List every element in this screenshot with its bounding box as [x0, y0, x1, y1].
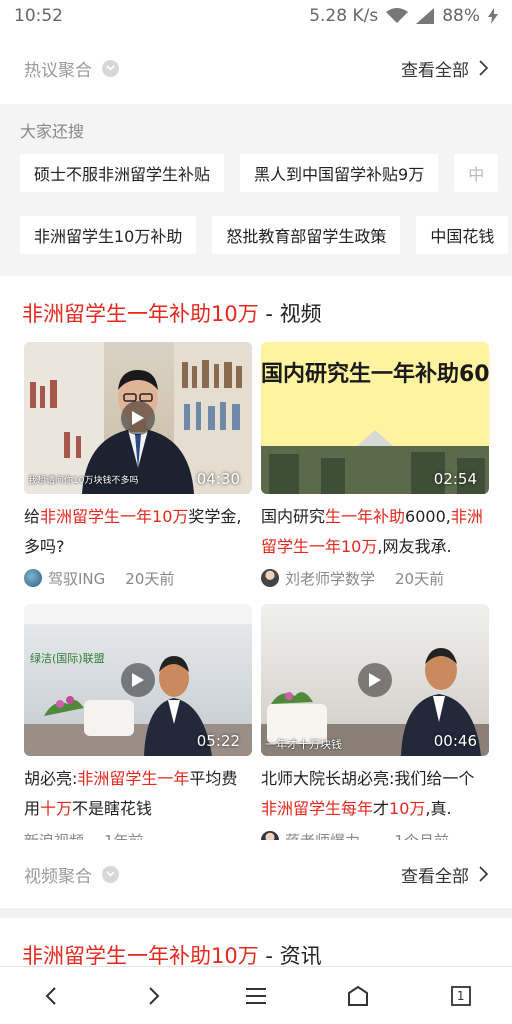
hot-discussion-row: 热议聚合 查看全部 — [0, 32, 512, 104]
caption-text: ,真. — [425, 799, 452, 818]
video-thumbnail[interactable]: 一年才十万块钱 00:46 — [261, 604, 489, 756]
video-aggregate-label: 视频聚合 — [24, 866, 92, 887]
video-subtitle-text: 我想请问你10万块钱不多吗 — [28, 476, 139, 486]
caption-highlight: 非洲留学生每年 — [261, 799, 374, 818]
network-speed: 5.28 K/s — [309, 6, 379, 26]
video-section-title-keyword: 非洲留学生一年补助10万 — [22, 302, 259, 326]
video-aggregate-row: 视频聚合 查看全部 — [0, 840, 512, 908]
chevron-left-icon — [45, 986, 56, 1005]
caption-highlight: 非洲留学生一年10万 — [40, 507, 189, 526]
charging-icon — [488, 8, 498, 24]
browser-toolbar: 1 — [0, 966, 512, 1024]
play-icon — [358, 663, 392, 697]
suggestion-chip[interactable]: 怒批教育部留学生政策 — [212, 216, 401, 254]
suggestion-chip[interactable]: 黑人到中国留学补贴9万 — [240, 154, 439, 192]
news-section: 非洲留学生一年补助10万 - 资讯 — [0, 918, 512, 968]
publish-time: 20天前 — [395, 569, 445, 588]
caption-text: 6000, — [405, 507, 451, 526]
caption-text: 国内研究 — [261, 507, 326, 526]
video-card[interactable]: 国内研究生一年补助6000，非洲留学生一年10万,网友:我承认我羡慕 02:54… — [261, 342, 489, 590]
suggestion-chip[interactable]: 中国花钱 — [416, 216, 509, 254]
video-headline-text: 国内研究生一年补助6000，非洲留学生一年10万,网友:我承认我羡慕 — [261, 362, 489, 387]
chevron-down-icon — [102, 59, 119, 77]
back-button[interactable] — [27, 972, 75, 1020]
backdrop-logo-text: 绿洁(国际)联盟 — [30, 652, 105, 665]
chevron-down-icon — [102, 865, 119, 883]
video-thumbnail[interactable]: 国内研究生一年补助6000，非洲留学生一年10万,网友:我承认我羡慕 02:54 — [261, 342, 489, 494]
video-section-title[interactable]: 非洲留学生一年补助10万 - 视频 — [22, 298, 322, 328]
section-divider — [0, 908, 512, 918]
caption-text: ,网友我承. — [377, 537, 452, 556]
related-searches: 大家还搜 硕士不服非洲留学生补贴 黑人到中国留学补贴9万 中 非洲留学生10万补… — [0, 104, 512, 276]
video-caption[interactable]: 北师大院长胡必亮:我们给一个非洲留学生每年才10万,真. — [261, 764, 489, 824]
suggestion-row-2: 非洲留学生10万补助 怒批教育部留学生政策 中国花钱 — [20, 216, 509, 254]
caption-text: 才 — [373, 799, 390, 818]
browser-page: 10:52 5.28 K/s 88% 热议聚合 查看全部 大家还搜 硕士不服非洲… — [0, 0, 512, 1024]
video-thumbnail[interactable]: 绿洁(国际)联盟 05:22 — [24, 604, 252, 756]
video-duration: 05:22 — [196, 732, 240, 750]
video-aggregate-toggle[interactable]: 视频聚合 — [24, 862, 119, 887]
caption-text: 胡必亮: — [24, 769, 78, 788]
caption-highlight: 十万 — [40, 799, 73, 818]
menu-button[interactable] — [232, 972, 280, 1020]
view-all-label: 查看全部 — [401, 60, 469, 81]
chevron-right-icon — [479, 866, 488, 882]
video-meta: 刘老师学数学 20天前 — [261, 566, 489, 590]
video-duration: 04:30 — [196, 470, 240, 488]
suggestion-chip[interactable]: 非洲留学生10万补助 — [20, 216, 197, 254]
video-card[interactable]: 绿洁(国际)联盟 05:22 胡必亮:非洲留学生一年平均费用十万不是瞎花钱 新浪… — [24, 604, 252, 852]
suggestion-chip[interactable]: 中 — [454, 154, 499, 192]
caption-highlight: 生一年补助 — [325, 507, 406, 526]
suggestion-row-1: 硕士不服非洲留学生补贴 黑人到中国留学补贴9万 中 — [20, 154, 499, 192]
video-caption[interactable]: 给非洲留学生一年10万奖学金,多吗? — [24, 502, 252, 562]
caption-text: 给 — [24, 507, 41, 526]
tabs-button[interactable]: 1 — [437, 972, 485, 1020]
caption-highlight: 非洲留学生一年 — [77, 769, 190, 788]
author-avatar — [261, 569, 279, 587]
hot-discussion-view-all[interactable]: 查看全部 — [401, 56, 488, 81]
status-bar: 10:52 5.28 K/s 88% — [0, 0, 512, 32]
video-duration: 02:54 — [433, 470, 477, 488]
forward-button[interactable] — [130, 972, 178, 1020]
publish-time: 20天前 — [125, 569, 175, 588]
chevron-right-icon — [148, 986, 159, 1005]
status-time: 10:52 — [14, 6, 63, 26]
caption-highlight: 10万 — [389, 799, 426, 818]
author-name: 驾驭ING — [48, 569, 106, 588]
chevron-right-icon — [479, 60, 488, 76]
news-section-title-suffix: - 资讯 — [258, 944, 322, 968]
view-all-label: 查看全部 — [401, 866, 469, 887]
video-meta: 驾驭ING 20天前 — [24, 566, 252, 590]
video-card[interactable]: 一年才十万块钱 00:46 北师大院长胡必亮:我们给一个非洲留学生每年才10万,… — [261, 604, 489, 852]
video-caption[interactable]: 国内研究生一年补助6000,非洲留学生一年10万,网友我承. — [261, 502, 489, 562]
tabs-count: 1 — [456, 988, 465, 1003]
battery-level: 88% — [442, 6, 480, 26]
hot-discussion-toggle[interactable]: 热议聚合 — [24, 56, 119, 81]
video-thumbnail[interactable]: 我想请问你10万块钱不多吗 04:30 — [24, 342, 252, 494]
home-button[interactable] — [334, 972, 382, 1020]
video-section-title-suffix: - 视频 — [258, 302, 322, 326]
related-searches-title: 大家还搜 — [20, 122, 85, 141]
menu-icon — [245, 987, 266, 1004]
video-section: 非洲留学生一年补助10万 - 视频 我想请问你10万块钱不多吗 04:30 给非… — [0, 276, 512, 908]
play-icon — [121, 663, 155, 697]
video-aggregate-view-all[interactable]: 查看全部 — [401, 862, 488, 887]
home-icon — [348, 985, 369, 1006]
wifi-icon — [386, 8, 409, 24]
news-section-title[interactable]: 非洲留学生一年补助10万 - 资讯 — [22, 940, 322, 968]
video-card[interactable]: 我想请问你10万块钱不多吗 04:30 给非洲留学生一年10万奖学金,多吗? 驾… — [24, 342, 252, 590]
video-caption[interactable]: 胡必亮:非洲留学生一年平均费用十万不是瞎花钱 — [24, 764, 252, 824]
caption-text: 不是瞎花钱 — [72, 799, 153, 818]
suggestion-chip[interactable]: 硕士不服非洲留学生补贴 — [20, 154, 225, 192]
play-icon — [121, 401, 155, 435]
news-section-title-keyword: 非洲留学生一年补助10万 — [22, 944, 259, 968]
author-avatar — [24, 569, 42, 587]
caption-text: 北师大院长胡必亮:我们给一个 — [261, 769, 475, 788]
author-name: 刘老师学数学 — [285, 569, 376, 588]
hot-discussion-label: 热议聚合 — [24, 60, 92, 81]
video-duration: 00:46 — [433, 732, 477, 750]
video-subtitle-text: 一年才十万块钱 — [265, 738, 342, 751]
signal-icon — [416, 8, 435, 24]
